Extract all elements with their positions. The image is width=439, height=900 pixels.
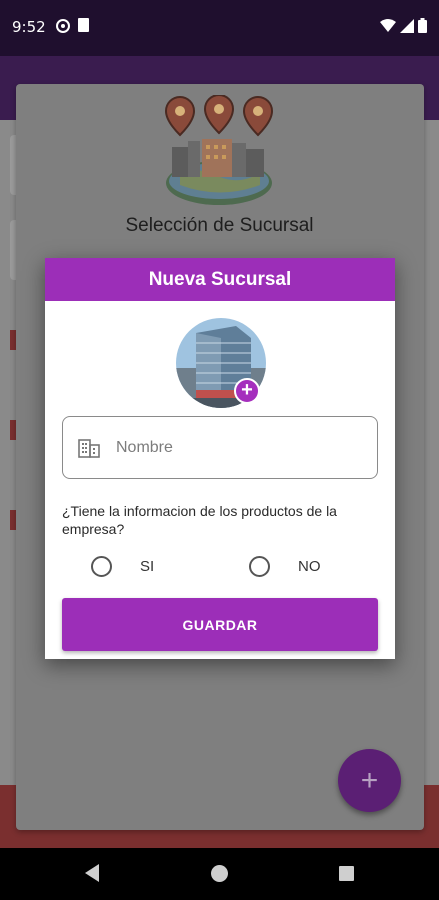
name-input[interactable] [116, 438, 356, 457]
name-field[interactable] [62, 416, 378, 479]
selection-title: Selección de Sucursal [125, 215, 314, 236]
signal-icon [400, 18, 414, 33]
battery-icon [418, 18, 427, 33]
add-branch-fab[interactable]: + [338, 749, 401, 812]
sd-card-icon [78, 18, 89, 32]
status-right-icons [380, 18, 427, 33]
option-no[interactable]: NO [249, 556, 321, 577]
home-icon[interactable] [211, 865, 228, 882]
status-bar: 9:52 [0, 0, 439, 56]
status-time: 9:52 [12, 18, 46, 36]
save-button[interactable]: GUARDAR [62, 598, 378, 651]
add-photo-icon[interactable]: + [234, 378, 260, 404]
dialog-title: Nueva Sucursal [45, 258, 395, 301]
radio-no[interactable] [249, 556, 270, 577]
recent-apps-icon[interactable] [339, 866, 354, 881]
back-icon[interactable] [85, 864, 99, 882]
option-no-label: NO [298, 558, 321, 575]
wifi-icon [380, 18, 396, 32]
building-icon [78, 438, 100, 458]
branch-photo-picker[interactable]: + [176, 318, 266, 408]
option-si[interactable]: SI [91, 556, 154, 577]
sync-icon [56, 19, 70, 33]
new-branch-dialog: Nueva Sucursal + Nombre ¿Tiene la inform… [45, 258, 395, 659]
navigation-bar [0, 848, 439, 900]
radio-si[interactable] [91, 556, 112, 577]
products-question: ¿Tiene la informacion de los productos d… [62, 503, 337, 537]
option-si-label: SI [140, 558, 155, 575]
city-globe-pins-icon [164, 95, 274, 205]
